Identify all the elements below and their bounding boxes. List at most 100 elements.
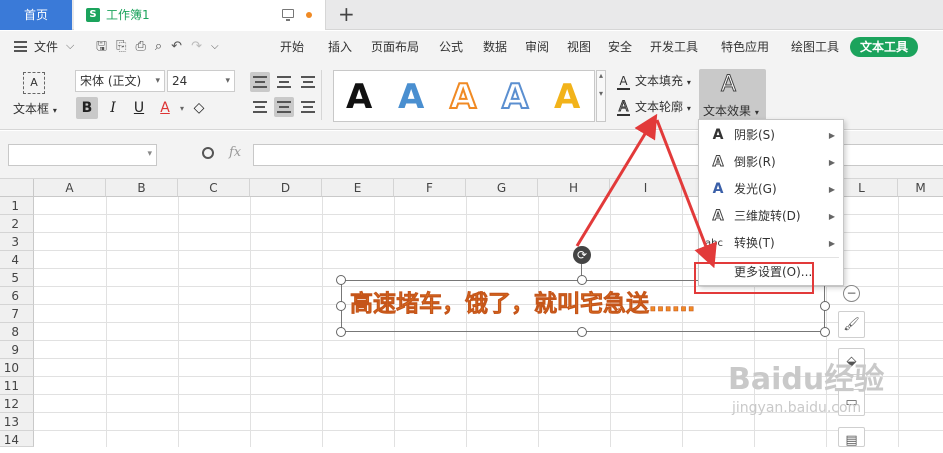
tab-home[interactable]: 首页 [0, 0, 72, 30]
column-header[interactable]: G [466, 179, 538, 197]
print-icon[interactable]: ⎙ [135, 39, 145, 55]
tab-page-layout[interactable]: 页面布局 [360, 31, 430, 64]
text-outline-button[interactable]: A 文本轮廓 ▾ [617, 98, 691, 116]
text-effects-button[interactable]: A 文本效果 ▾ [699, 69, 766, 123]
row-header[interactable]: 14 [0, 431, 34, 447]
wordart-style-blue-outline[interactable]: A [501, 75, 529, 119]
wordart-style-orange-outline[interactable]: A [449, 75, 477, 119]
chevron-right-icon: ▶ [828, 185, 835, 194]
align-middle-icon[interactable] [274, 72, 294, 92]
zoom-icon[interactable] [202, 147, 214, 159]
row-header[interactable]: 13 [0, 413, 34, 431]
textbox-icon[interactable]: A [23, 72, 45, 94]
tab-text-tools[interactable]: 文本工具 [850, 37, 919, 57]
row-header[interactable]: 2 [0, 215, 34, 233]
row-header[interactable]: 1 [0, 197, 34, 215]
column-header[interactable]: A [34, 179, 106, 197]
gallery-scroll[interactable]: ▴ ▾ [596, 70, 606, 122]
column-header[interactable]: D [250, 179, 322, 197]
row-header[interactable]: 6 [0, 287, 34, 305]
redo-icon[interactable]: ↷ [191, 39, 202, 55]
fx-icon[interactable]: fx [229, 145, 241, 160]
resize-handle[interactable] [577, 275, 587, 285]
menu-item-glow[interactable]: A 发光(G) ▶ [699, 176, 843, 203]
unsaved-dot-icon[interactable] [306, 12, 312, 18]
row-header[interactable]: 9 [0, 341, 34, 359]
resize-handle[interactable] [820, 327, 830, 337]
chevron-down-icon[interactable]: ⌵ [66, 39, 74, 53]
row-header[interactable]: 8 [0, 323, 34, 341]
menu-item-shadow[interactable]: A 阴影(S) ▶ [699, 122, 843, 149]
resize-handle[interactable] [336, 327, 346, 337]
column-header[interactable]: F [394, 179, 466, 197]
align-center-icon[interactable] [274, 97, 294, 117]
column-header[interactable]: E [322, 179, 394, 197]
collapse-icon[interactable]: − [843, 285, 860, 302]
wordart-text[interactable]: 高速堵车，饿了，就叫宅急送…… [350, 289, 696, 319]
rotate-handle-icon[interactable]: ⟳ [573, 246, 591, 264]
tab-workbook[interactable]: S 工作簿1 [74, 0, 326, 30]
eraser-icon[interactable]: ◇ [188, 97, 210, 119]
file-menu[interactable]: 文件 [34, 31, 58, 64]
tab-developer[interactable]: 开发工具 [638, 31, 710, 64]
hamburger-icon[interactable] [14, 41, 27, 52]
row-header[interactable]: 7 [0, 305, 34, 323]
select-all-corner[interactable] [0, 179, 34, 197]
textbox-button[interactable]: 文本框 ▾ [13, 100, 57, 117]
row-header[interactable]: 10 [0, 359, 34, 377]
row-header[interactable]: 4 [0, 251, 34, 269]
new-tab-button[interactable]: + [338, 3, 355, 25]
font-size-select[interactable]: 24 ▾ [167, 70, 235, 92]
column-header[interactable]: C [178, 179, 250, 197]
glow-icon: A [712, 181, 724, 197]
column-header[interactable]: I [610, 179, 682, 197]
tab-drawing-tools[interactable]: 绘图工具 [780, 31, 850, 64]
menu-item-transform[interactable]: abc 转换(T) ▶ [699, 230, 843, 257]
tab-review[interactable]: 审阅 [518, 31, 556, 64]
monitor-icon[interactable] [282, 9, 294, 21]
text-fill-button[interactable]: A 文本填充 ▾ [617, 72, 691, 90]
column-header[interactable]: B [106, 179, 178, 197]
textbox-label: 文本框 [13, 102, 50, 116]
row-header[interactable]: 12 [0, 395, 34, 413]
resize-handle[interactable] [336, 301, 346, 311]
export-icon[interactable]: ⎘ [116, 39, 126, 55]
resize-handle[interactable] [577, 327, 587, 337]
undo-icon[interactable]: ↶ [171, 39, 182, 55]
tab-security[interactable]: 安全 [602, 31, 638, 64]
italic-button[interactable]: I [102, 97, 124, 119]
wordart-style-blue[interactable]: A [398, 75, 424, 119]
ribbon-tabs: 开始 插入 页面布局 公式 数据 审阅 视图 安全 开发工具 特色应用 绘图工具… [264, 31, 919, 64]
align-right-icon[interactable] [298, 97, 318, 117]
align-top-icon[interactable] [250, 72, 270, 92]
name-box[interactable]: ▾ [8, 144, 157, 166]
row-header[interactable]: 11 [0, 377, 34, 395]
tab-special[interactable]: 特色应用 [710, 31, 780, 64]
tab-formulas[interactable]: 公式 [430, 31, 472, 64]
more-icon[interactable]: ⌵ [211, 39, 219, 55]
chevron-down-icon[interactable]: ▾ [180, 104, 184, 113]
bold-button[interactable]: B [76, 97, 98, 119]
tab-insert[interactable]: 插入 [320, 31, 360, 64]
menu-item-reflection[interactable]: A 倒影(R) ▶ [699, 149, 843, 176]
column-header[interactable]: H [538, 179, 610, 197]
resize-handle[interactable] [820, 301, 830, 311]
menu-item-3d-rotation[interactable]: A 三维旋转(D) ▶ [699, 203, 843, 230]
row-header[interactable]: 3 [0, 233, 34, 251]
wordart-style-black[interactable]: A [346, 75, 372, 119]
tab-start[interactable]: 开始 [264, 31, 320, 64]
font-color-button[interactable]: A [154, 97, 176, 119]
column-header[interactable]: M [898, 179, 943, 197]
row-header[interactable]: 5 [0, 269, 34, 287]
save-icon[interactable]: 🖫 [96, 39, 107, 55]
font-name-select[interactable]: 宋体 (正文) ▾ [75, 70, 165, 92]
align-bottom-icon[interactable] [298, 72, 318, 92]
print-preview-icon[interactable]: ⌕ [155, 39, 162, 55]
tab-data[interactable]: 数据 [472, 31, 518, 64]
tab-view[interactable]: 视图 [556, 31, 602, 64]
align-left-icon[interactable] [250, 97, 270, 117]
brush-icon[interactable]: 🖌 [838, 311, 865, 338]
resize-handle[interactable] [336, 275, 346, 285]
wordart-style-gold[interactable]: A [554, 75, 580, 119]
underline-button[interactable]: U [128, 97, 150, 119]
